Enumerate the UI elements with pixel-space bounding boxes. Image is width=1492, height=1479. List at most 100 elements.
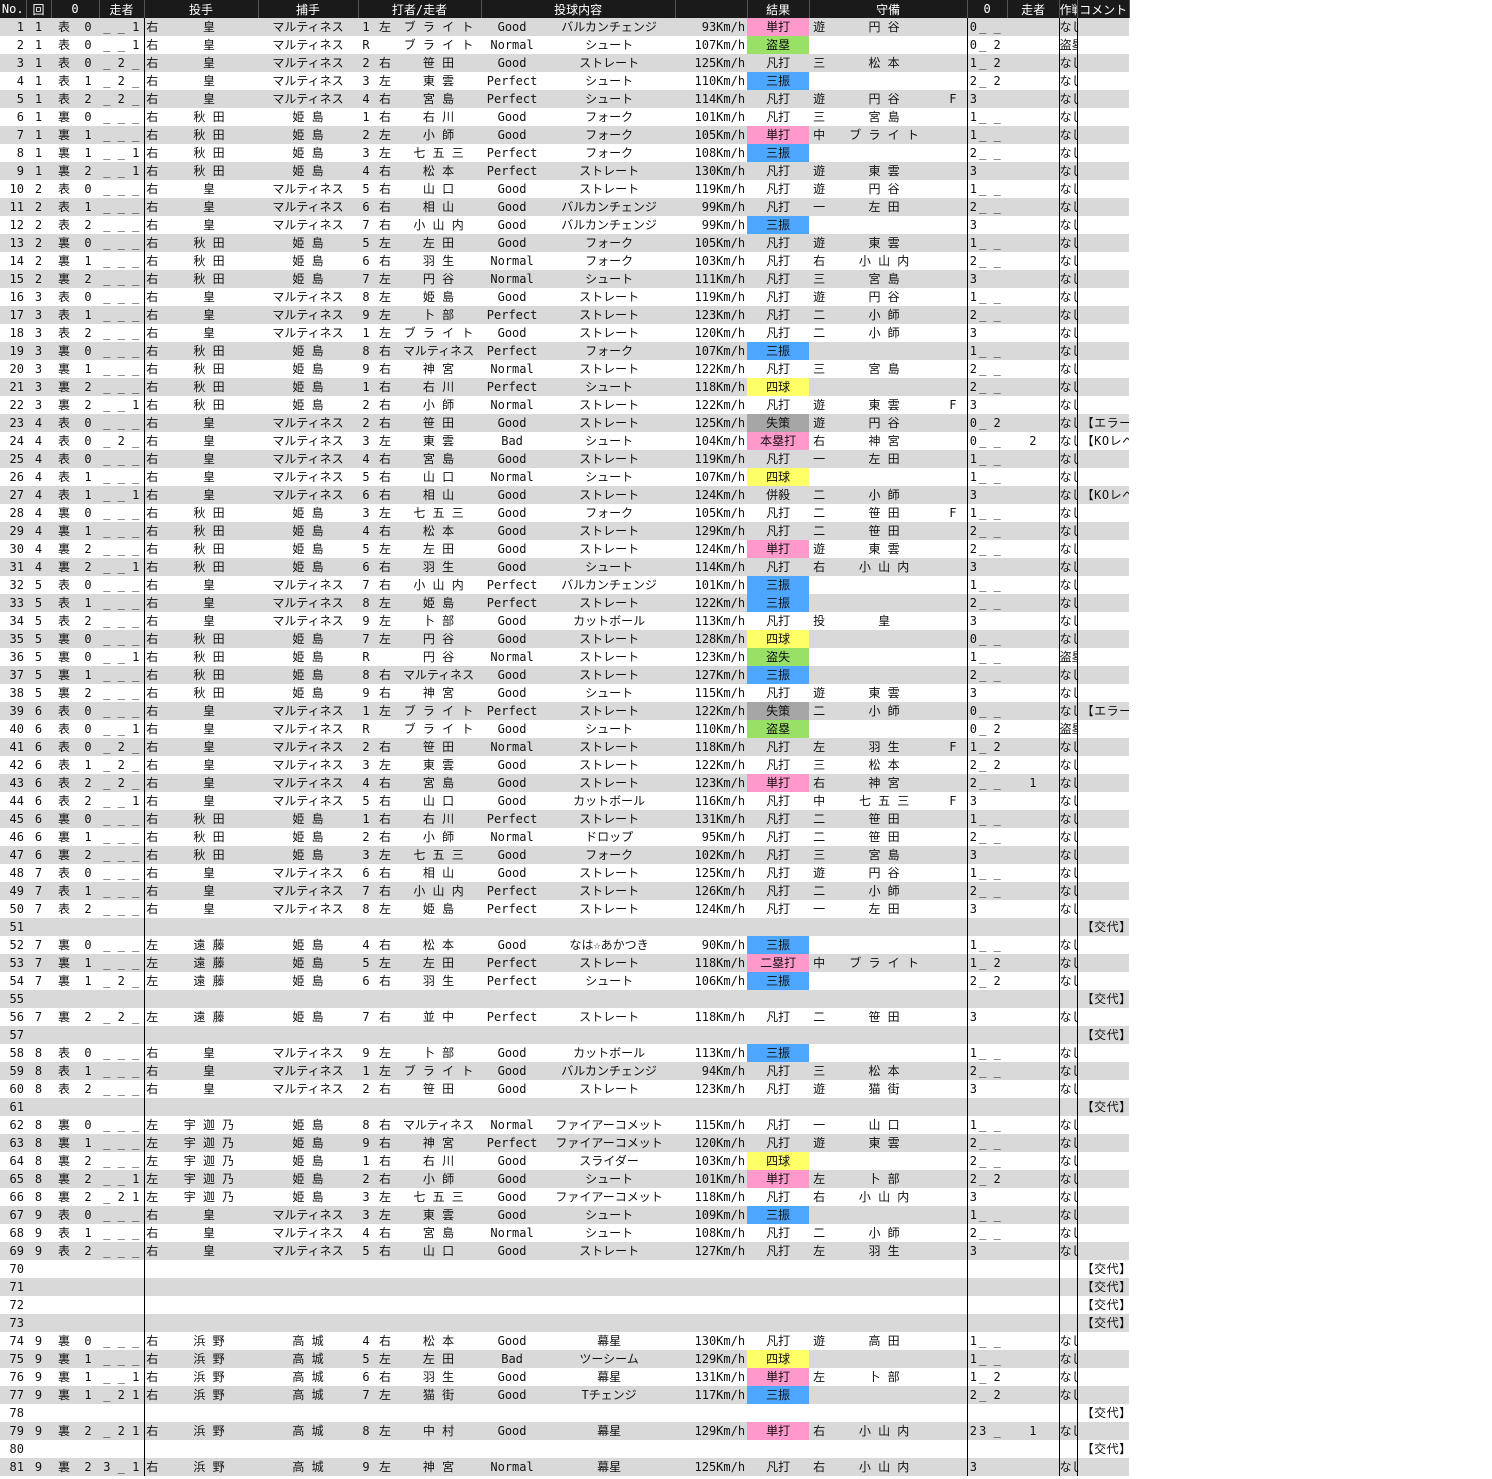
table-row[interactable]: 34 5 表 2 _ _ _ 右皇マルティネス 9 左卜 部 Good カットボール 113Km/h…	[0, 612, 1492, 630]
table-row[interactable]: 3 1 表 0 _ 2 _ 右皇マルティネス 2 右笹 田 Good ストレート 125Km/h 凡打…	[0, 54, 1492, 72]
outs: 0	[77, 1206, 100, 1224]
runners-after	[979, 612, 1008, 630]
table-row[interactable]: 73【交代】中堅：ブライト→榛名	[0, 1314, 1492, 1332]
table-row[interactable]: 9 1 裏 2 _ _ 1右秋 田姫 島4右松 本 Perfect ストレート 130Km/h…	[0, 162, 1492, 180]
table-row[interactable]: 69 9 表 2 _ _ _ 右皇マルティネス 5 右山 口 Good ストレート 127Km/h 凡…	[0, 1242, 1492, 1260]
table-row[interactable]: 2 1 表 0 _ _ 1 右皇マルティネス R ブ ラ イ ト Normal シュート 107Km…	[0, 36, 1492, 54]
table-row[interactable]: 79 9 裏 2 _ 2 1右浜 野高 城8左中 村 Good 幕星 129Km/h 単打右小 …	[0, 1422, 1492, 1440]
table-row[interactable]: 32 5 表 0 _ _ _ 右皇マルティネス 7 右小 山 内 Perfect バルカンチェンジ…	[0, 576, 1492, 594]
table-row[interactable]: 60 8 表 2 _ _ _ 右皇マルティネス 2 右笹 田 Good ストレート 123Km/h 凡…	[0, 1080, 1492, 1098]
result-badge: 三振	[747, 72, 810, 90]
table-row[interactable]: 50 7 表 2 _ _ _ 右皇マルティネス 8 左姫 島 Perfect ストレート 124Km…	[0, 900, 1492, 918]
table-row[interactable]: 77 9 裏 1 _ 2 1右浜 野高 城7左猫 街 Good Tチェンジ 117Km/h 三振…	[0, 1386, 1492, 1404]
table-row[interactable]: 16 3 表 0 _ _ _ 右皇マルティネス 8 左姫 島 Good ストレート 119Km/h 凡…	[0, 288, 1492, 306]
table-row[interactable]: 47 6 裏 2 _ _ _ 右秋 田姫 島3左七 五 三 Good フォーク 102Km/h 凡…	[0, 846, 1492, 864]
table-row[interactable]: 24 4 表 0 _ 2 _ 右皇マルティネス 3 左東 雲 Bad シュート 104Km/h 本塁打…	[0, 432, 1492, 450]
fly-flag	[939, 918, 968, 936]
table-row[interactable]: 19 3 裏 0 _ _ _ 右秋 田姫 島 8 右マルティネス Perfect フォーク 107K…	[0, 342, 1492, 360]
table-row[interactable]: 63 8 裏 1 _ _ _ 左宇 迦 乃姫 島9右神 宮 Perfect ファイアーコメット…	[0, 1134, 1492, 1152]
table-row[interactable]: 80【交代】代走：中村→エヴァ	[0, 1440, 1492, 1458]
table-row[interactable]: 78【交代】代打：マルティネス→中村	[0, 1404, 1492, 1422]
table-row[interactable]: 27 4 表 1 _ _ 1 右皇マルティネス 6 右相 山 Good ストレート 124Km/h 併…	[0, 486, 1492, 504]
table-row[interactable]: 8 1 裏 1 _ _ 1右秋 田姫 島3左七 五 三 Perfect フォーク 108Km/…	[0, 144, 1492, 162]
table-row[interactable]: 55【交代】代打：円谷→並中	[0, 990, 1492, 1008]
table-row[interactable]: 65 8 裏 2 _ _ 1左宇 迦 乃姫 島2右小 師 Good シュート 101Km/h 単…	[0, 1170, 1492, 1188]
table-row[interactable]: 52 7 裏 0 _ _ _ 左遠 藤姫 島4右松 本 Good なは☆あかつき 90Km/h 三…	[0, 936, 1492, 954]
table-row[interactable]: 30 4 裏 2 _ _ _ 右秋 田姫 島5左左 田 Good ストレート 124Km/h 単打…	[0, 540, 1492, 558]
table-row[interactable]: 48 7 表 0 _ _ _ 右皇マルティネス 6 右相 山 Good ストレート 125Km/h 凡…	[0, 864, 1492, 882]
batting-order: 3	[358, 432, 375, 450]
table-row[interactable]: 23 4 表 0 _ _ _ 右皇マルティネス 2 右笹 田 Good ストレート 125Km/h 失…	[0, 414, 1492, 432]
table-row[interactable]: 15 2 裏 2 _ _ _ 右秋 田姫 島7左円 谷 Normal シュート 111Km/h 凡…	[0, 270, 1492, 288]
catcher-name: マルティネス	[258, 1044, 359, 1062]
table-row[interactable]: 44 6 表 2 _ _ 1 右皇マルティネス 5 右山 口 Good カットボール 116Km/h…	[0, 792, 1492, 810]
table-row[interactable]: 5 1 表 2 _ 2 _ 右皇マルティネス 4 右宮 島 Perfect シュート 114Km/h…	[0, 90, 1492, 108]
inning: 1	[26, 54, 51, 72]
table-row[interactable]: 70【交代】投手：宇迦乃→浜野	[0, 1260, 1492, 1278]
table-row[interactable]: 1 1 表 0 _ _ 1 右皇マルティネス 1 左ブ ラ イ ト Good バルカンチェンジ 93…	[0, 18, 1492, 36]
table-row[interactable]: 12 2 表 2 _ _ _ 右皇マルティネス 7 右小 山 内 Good バルカンチェンジ 99K…	[0, 216, 1492, 234]
table-row[interactable]: 17 3 表 1 _ _ _ 右皇マルティネス 9 左卜 部 Perfect ストレート 123Km…	[0, 306, 1492, 324]
table-row[interactable]: 43 6 表 2 _ 2 _ 右皇マルティネス 4 右宮 島 Good ストレート 123Km/h 単…	[0, 774, 1492, 792]
pitch-quality: Good	[481, 1422, 544, 1440]
table-row[interactable]: 68 9 表 1 _ _ _ 右皇マルティネス 4 右宮 島 Normal シュート 108Km/h…	[0, 1224, 1492, 1242]
table-row[interactable]: 36 5 裏 0 _ _ 1右秋 田姫 島R円 谷 Normal ストレート 123Km/h 盗…	[0, 648, 1492, 666]
table-row[interactable]: 49 7 表 1 _ _ _ 右皇マルティネス 7 右小 山 内 Perfect ストレート 126…	[0, 882, 1492, 900]
table-row[interactable]: 75 9 裏 1 _ _ _ 右浜 野高 城5左左 田 Bad ツーシーム 129Km/h 四球 1…	[0, 1350, 1492, 1368]
table-row[interactable]: 59 8 表 1 _ _ _ 右皇マルティネス 1 左ブ ラ イ ト Good バルカンチェンジ 9…	[0, 1062, 1492, 1080]
table-row[interactable]: 26 4 表 1 _ _ _ 右皇マルティネス 5 右山 口 Normal シュート 107Km/h…	[0, 468, 1492, 486]
table-row[interactable]: 64 8 裏 2 _ _ _ 左宇 迦 乃姫 島1右右 川 Good スライダー 103Km/h…	[0, 1152, 1492, 1170]
runners-after	[979, 486, 1008, 504]
table-row[interactable]: 7 1 裏 1 _ _ _ 右秋 田姫 島2左小 師 Good フォーク 105Km/h 単打中ブ…	[0, 126, 1492, 144]
table-row[interactable]: 14 2 裏 1 _ _ _ 右秋 田姫 島6右羽 生 Normal フォーク 103Km/h 凡…	[0, 252, 1492, 270]
comment	[1076, 630, 1130, 648]
table-row[interactable]: 71【交代】捕手：姫島→高城	[0, 1278, 1492, 1296]
table-row[interactable]: 67 9 表 0 _ _ _ 右皇マルティネス 3 左東 雲 Good シュート 109Km/h 三振…	[0, 1206, 1492, 1224]
table-row[interactable]: 58 8 表 0 _ _ _ 右皇マルティネス 9 左卜 部 Good カットボール 113Km/h…	[0, 1044, 1492, 1062]
table-row[interactable]: 33 5 表 1 _ _ _ 右皇マルティネス 8 左姫 島 Perfect ストレート 122Km…	[0, 594, 1492, 612]
table-row[interactable]: 6 1 裏 0 _ _ _ 右秋 田姫 島1右右 川 Good フォーク 101Km/h 凡打三宮…	[0, 108, 1492, 126]
table-row[interactable]: 37 5 裏 1 _ _ _ 右秋 田姫 島 8 右マルティネス Good ストレート 127Km/…	[0, 666, 1492, 684]
table-row[interactable]: 41 6 表 0 _ 2 _ 右皇マルティネス 2 右笹 田 Normal ストレート 118Km/…	[0, 738, 1492, 756]
table-row[interactable]: 21 3 裏 2 _ _ _ 右秋 田姫 島1右右 川 Perfect シュート 118Km/h…	[0, 378, 1492, 396]
table-row[interactable]: 38 5 裏 2 _ _ _ 右秋 田姫 島9右神 宮 Good シュート 115Km/h 凡打遊…	[0, 684, 1492, 702]
result-badge: 凡打	[747, 450, 810, 468]
fielder-position: 二	[809, 486, 830, 504]
row-no: 17	[0, 306, 26, 324]
table-row[interactable]: 39 6 表 0 _ _ _ 右皇マルティネス 1 左ブ ラ イ ト Perfect ストレート 1…	[0, 702, 1492, 720]
table-row[interactable]: 66 8 裏 2 _ 2 1左宇 迦 乃姫 島3左七 五 三 Good ファイアーコメット 1…	[0, 1188, 1492, 1206]
table-row[interactable]: 35 5 裏 0 _ _ _ 右秋 田姫 島7左円 谷 Good ストレート 128Km/h 四球…	[0, 630, 1492, 648]
table-row[interactable]: 25 4 表 0 _ _ _ 右皇マルティネス 4 右宮 島 Good ストレート 119Km/h 凡…	[0, 450, 1492, 468]
table-row[interactable]: 13 2 裏 0 _ _ _ 右秋 田姫 島5左左 田 Good フォーク 105Km/h 凡打遊…	[0, 234, 1492, 252]
outs: 1	[77, 198, 100, 216]
table-row[interactable]: 62 8 裏 0 _ _ _ 左宇 迦 乃姫 島 8 右マルティネス Normal ファイアーコメ…	[0, 1116, 1492, 1134]
table-row[interactable]: 42 6 表 1 _ 2 _ 右皇マルティネス 3 左東 雲 Good ストレート 122Km/h 凡…	[0, 756, 1492, 774]
pitch-quality: Good	[481, 504, 544, 522]
table-row[interactable]: 20 3 裏 1 _ _ _ 右秋 田姫 島9右神 宮 Normal ストレート 122Km/h…	[0, 360, 1492, 378]
table-row[interactable]: 53 7 裏 1 _ _ _ 左遠 藤姫 島5左左 田 Perfect ストレート 118Km/…	[0, 954, 1492, 972]
table-row[interactable]: 72【交代】遊撃：東雲→高田	[0, 1296, 1492, 1314]
table-row[interactable]: 29 4 裏 1 _ _ _ 右秋 田姫 島4右松 本 Good ストレート 129Km/h 凡打…	[0, 522, 1492, 540]
table-row[interactable]: 28 4 裏 0 _ _ _ 右秋 田姫 島3左七 五 三 Good フォーク 105Km/h 凡…	[0, 504, 1492, 522]
table-row[interactable]: 45 6 裏 0 _ _ _ 右秋 田姫 島1右右 川 Perfect ストレート 131Km/…	[0, 810, 1492, 828]
table-row[interactable]: 46 6 裏 1 _ _ _ 右秋 田姫 島2右小 師 Normal ドロップ 95Km/h 凡打…	[0, 828, 1492, 846]
table-row[interactable]: 76 9 裏 1 _ _ 1右浜 野高 城6右羽 生 Good 幕星 131Km/h 単打左卜 …	[0, 1368, 1492, 1386]
table-row[interactable]: 31 4 裏 2 _ _ 1右秋 田姫 島6右羽 生 Good シュート 114Km/h 凡打右…	[0, 558, 1492, 576]
table-row[interactable]: 10 2 表 0 _ _ _ 右皇マルティネス 5 右山 口 Good ストレート 119Km/h 凡…	[0, 180, 1492, 198]
pitch-speed: 99Km/h	[675, 198, 748, 216]
table-row[interactable]: 18 3 表 2 _ _ _ 右皇マルティネス 1 左ブ ラ イ ト Good ストレート 120K…	[0, 324, 1492, 342]
table-row[interactable]: 56 7 裏 2 _ 2 _ 左遠 藤姫 島7右並 中 Perfect ストレート 118Km/…	[0, 1008, 1492, 1026]
strategy: なし	[1058, 954, 1078, 972]
table-row[interactable]: 54 7 裏 1 _ 2 _ 左遠 藤姫 島6右羽 生 Perfect シュート 106Km/h…	[0, 972, 1492, 990]
table-row[interactable]: 74 9 裏 0 _ _ _ 右浜 野高 城4右松 本 Good 幕星 130Km/h 凡打遊高 …	[0, 1332, 1492, 1350]
batter-hand: 右	[374, 828, 397, 846]
table-row[interactable]: 81 9 裏 2 3 _ 1右浜 野高 城9左神 宮 Normal 幕星 125Km/h 凡打右…	[0, 1458, 1492, 1476]
catcher-name: 姫 島	[258, 252, 359, 270]
table-row[interactable]: 40 6 表 0 _ _ 1 右皇マルティネス R ブ ラ イ ト Good シュート 110Km/…	[0, 720, 1492, 738]
table-row[interactable]: 51【交代】投手：秋田→遠藤	[0, 918, 1492, 936]
table-row[interactable]: 22 3 裏 2 _ _ 1右秋 田姫 島2右小 師 Normal ストレート 122Km/h…	[0, 396, 1492, 414]
table-row[interactable]: 11 2 表 1 _ _ _ 右皇マルティネス 6 右相 山 Good バルカンチェンジ 99Km/…	[0, 198, 1492, 216]
table-row[interactable]: 61【交代】投手：遠藤→宇迦乃	[0, 1098, 1492, 1116]
table-row[interactable]: 57【交代】遊撃：並中→猫街	[0, 1026, 1492, 1044]
table-row[interactable]: 4 1 表 1 _ 2 _ 右皇マルティネス 3 左東 雲 Perfect シュート 110Km/h…	[0, 72, 1492, 90]
